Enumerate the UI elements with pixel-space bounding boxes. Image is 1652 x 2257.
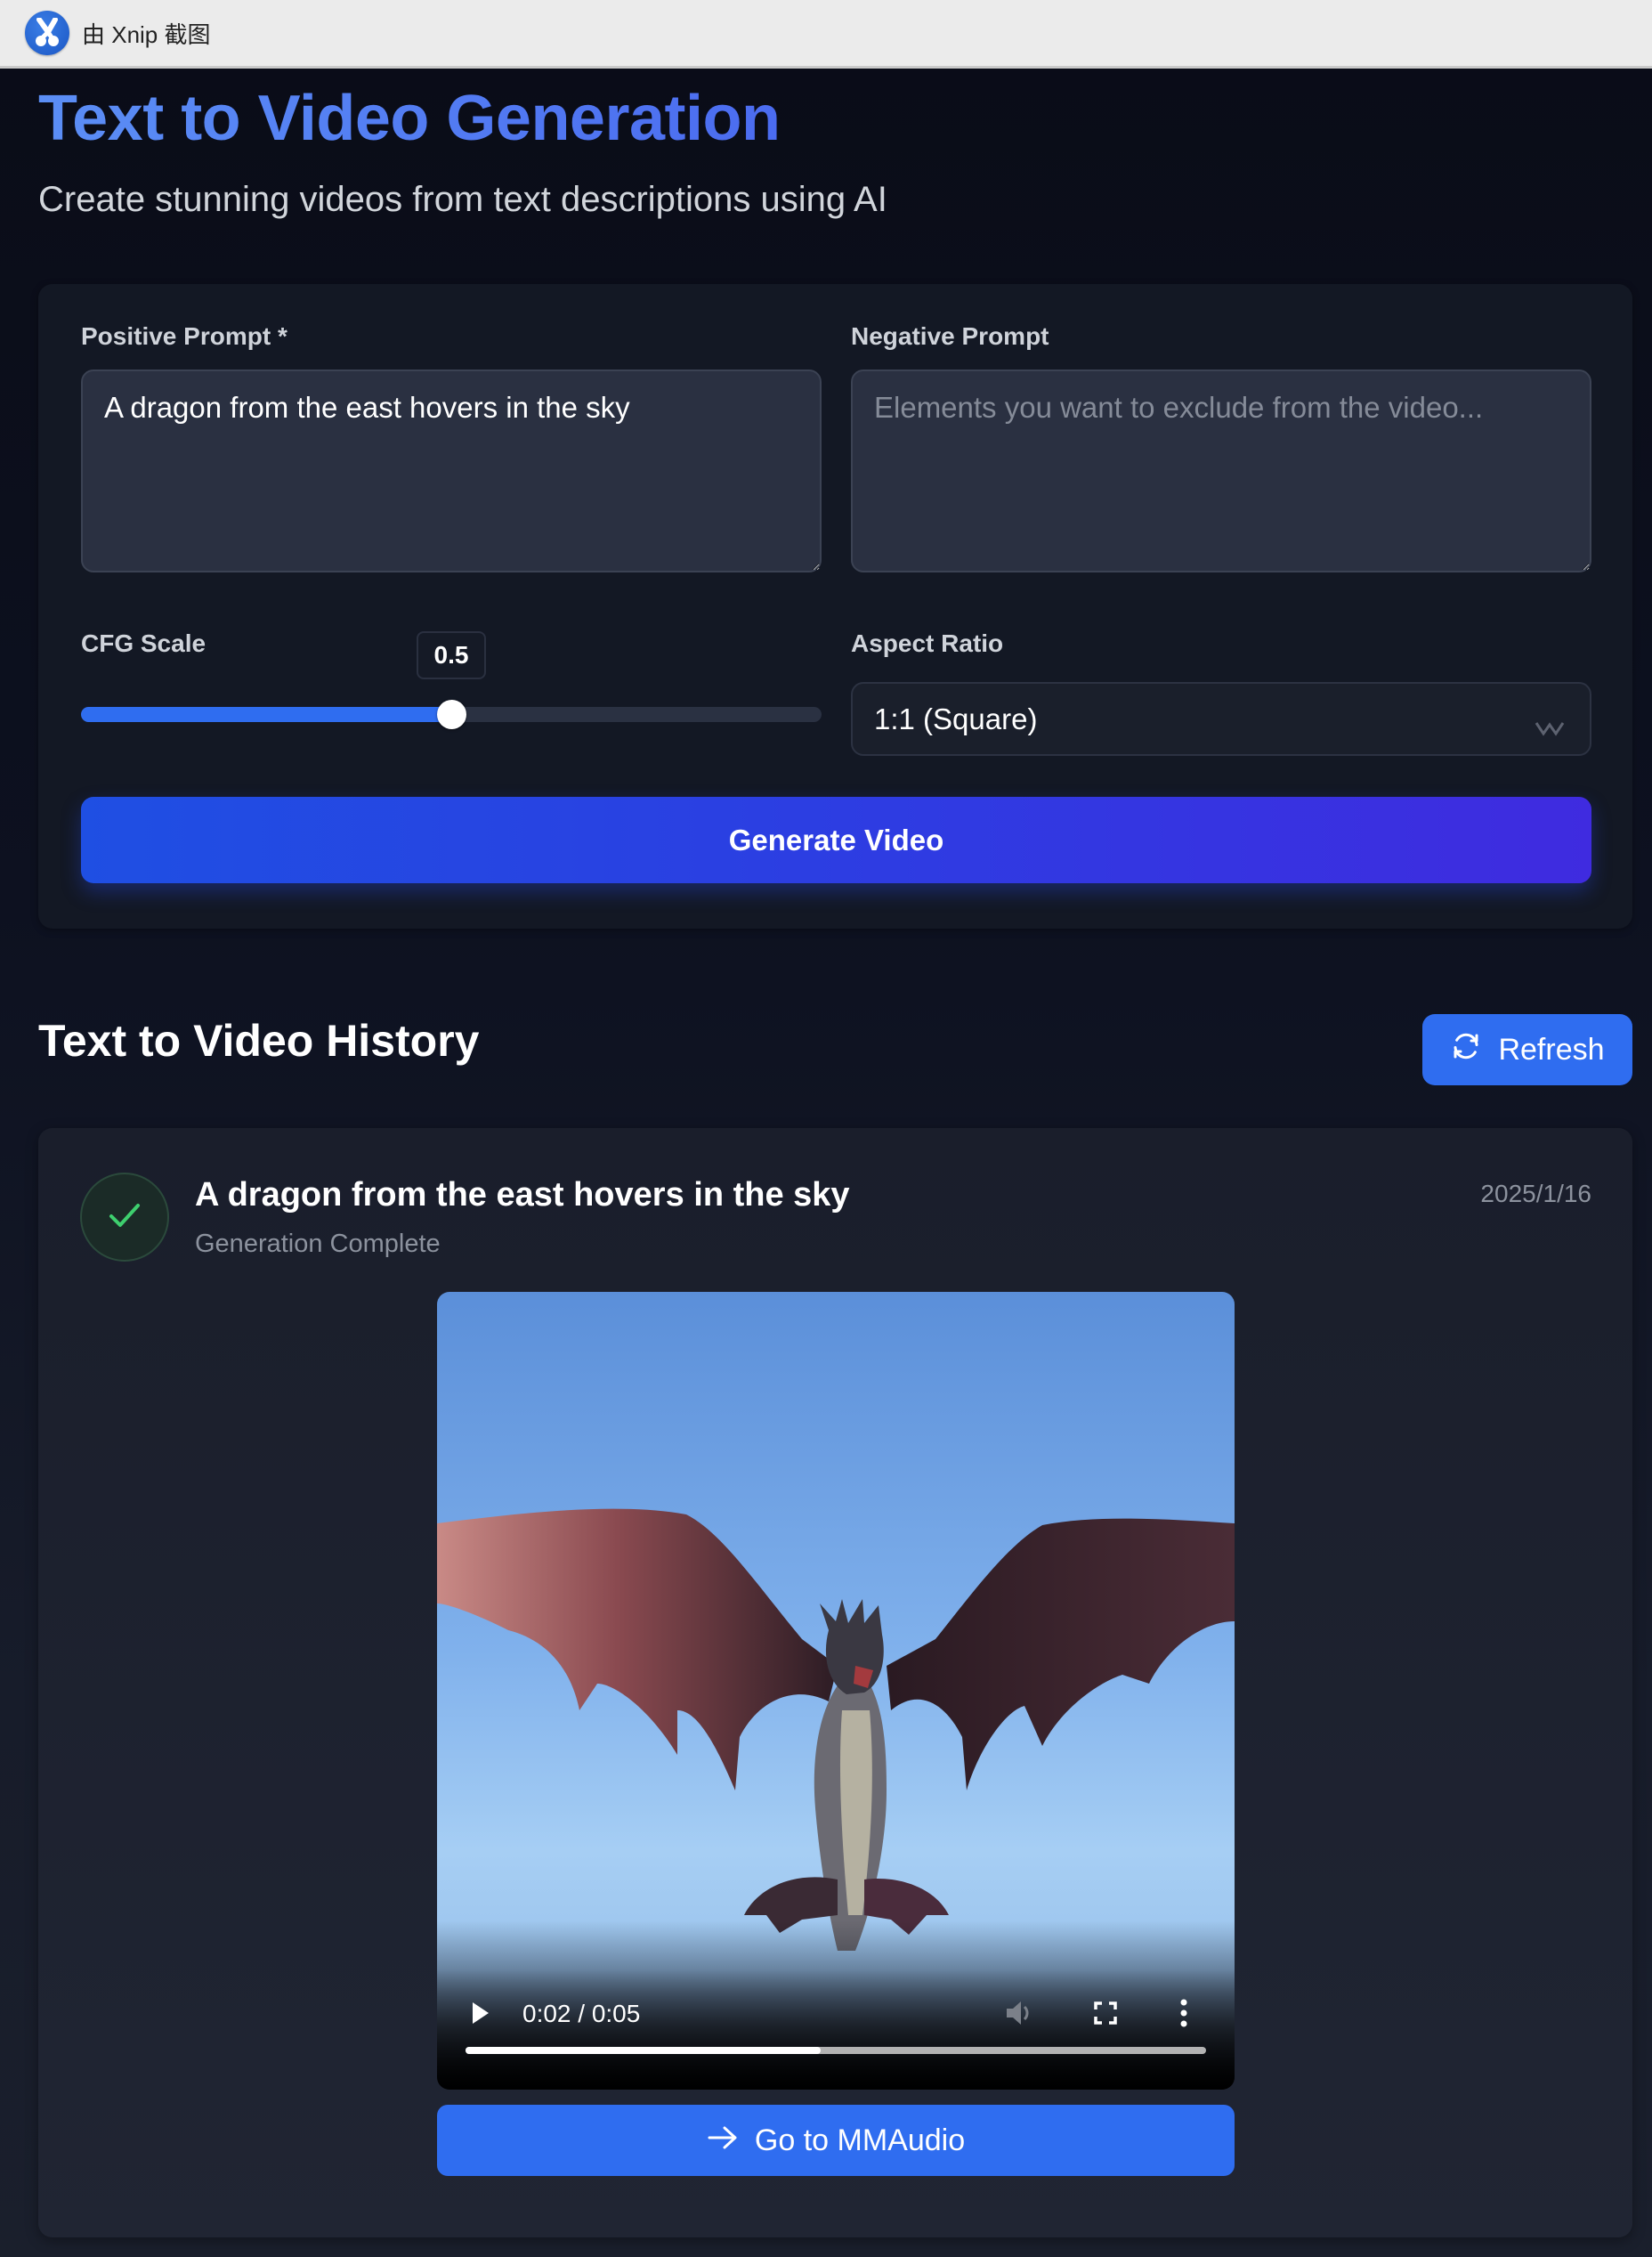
- cfg-scale-value: 0.5: [417, 631, 486, 679]
- refresh-button[interactable]: Refresh: [1422, 1014, 1632, 1085]
- play-icon[interactable]: [471, 2001, 490, 2030]
- xnip-label: 由 Xnip 截图: [82, 20, 211, 48]
- positive-prompt-label: Positive Prompt *: [81, 322, 287, 350]
- negative-prompt-label: Negative Prompt: [851, 322, 1049, 350]
- fullscreen-icon[interactable]: [1094, 2001, 1117, 2029]
- aspect-ratio-value: 1:1 (Square): [874, 702, 1038, 735]
- slider-thumb[interactable]: [437, 700, 466, 729]
- video-progress-fill: [466, 2047, 822, 2054]
- history-item-status: Generation Complete: [195, 1230, 441, 1258]
- history-item: A dragon from the east hovers in the sky…: [38, 1128, 1632, 2237]
- refresh-icon: [1450, 1030, 1482, 1070]
- page-title: Text to Video Generation: [38, 74, 781, 163]
- arrow-right-icon: [707, 2123, 739, 2158]
- status-indicator: [80, 1173, 169, 1262]
- video-time: 0:02 / 0:05: [522, 2000, 641, 2027]
- aspect-ratio-label: Aspect Ratio: [851, 629, 1004, 657]
- history-title: Text to Video History: [38, 1016, 480, 1066]
- scissors-icon: [25, 11, 69, 55]
- cfg-scale-label: CFG Scale: [81, 629, 206, 657]
- cfg-scale-slider[interactable]: [81, 700, 822, 729]
- history-item-date: 2025/1/16: [1480, 1180, 1591, 1207]
- refresh-label: Refresh: [1498, 1032, 1605, 1067]
- volume-icon[interactable]: [1005, 1999, 1035, 2032]
- page-subtitle: Create stunning videos from text descrip…: [38, 180, 887, 219]
- chevron-down-icon: [1535, 710, 1565, 744]
- check-icon: [108, 1202, 142, 1233]
- go-to-mmaudio-button[interactable]: Go to MMAudio: [437, 2105, 1235, 2176]
- generation-form: Positive Prompt * A dragon from the east…: [38, 284, 1632, 929]
- video-player[interactable]: 0:02 / 0:05: [437, 1292, 1235, 2090]
- generate-video-button[interactable]: Generate Video: [81, 797, 1591, 883]
- aspect-ratio-select[interactable]: 1:1 (Square): [851, 682, 1591, 756]
- negative-prompt-input[interactable]: [851, 369, 1591, 572]
- xnip-screenshot-bar: 由 Xnip 截图: [0, 0, 1652, 69]
- more-options-icon[interactable]: [1179, 1999, 1188, 2032]
- slider-fill: [81, 707, 451, 722]
- video-progress-bar[interactable]: [466, 2047, 1206, 2054]
- history-item-title: A dragon from the east hovers in the sky: [195, 1176, 850, 1214]
- go-to-mmaudio-label: Go to MMAudio: [754, 2123, 966, 2157]
- positive-prompt-input[interactable]: A dragon from the east hovers in the sky: [81, 369, 822, 572]
